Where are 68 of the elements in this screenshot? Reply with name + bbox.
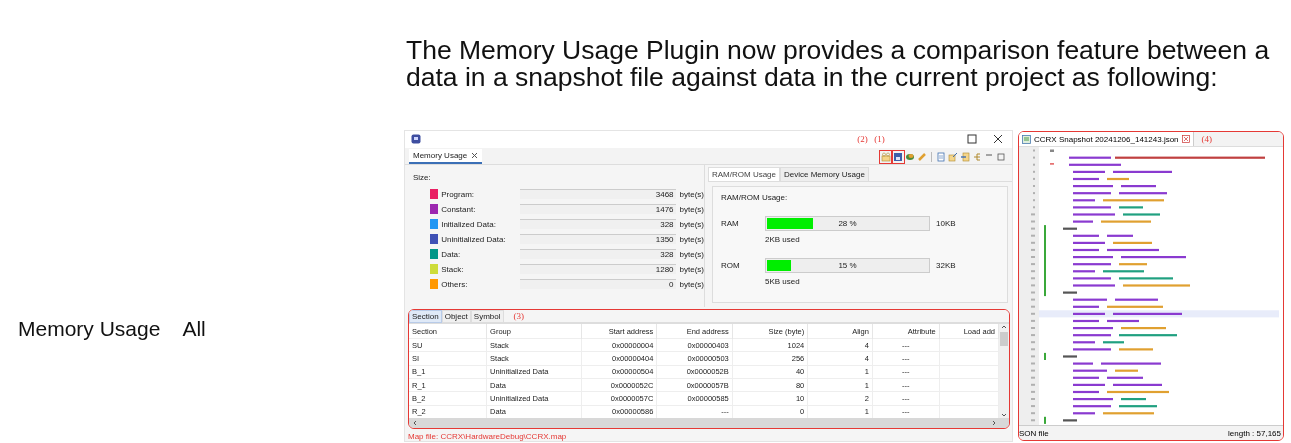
usage-tab[interactable]: RAM/ROM Usage <box>708 167 780 182</box>
capacity-label: 10KB <box>936 219 957 229</box>
file-icon <box>1022 134 1031 144</box>
status-text: length : 57,165 <box>1228 428 1281 438</box>
unit-label: byte(s) <box>679 249 704 259</box>
link-icon[interactable] <box>917 152 927 163</box>
table-tab[interactable]: Object <box>441 310 471 323</box>
unit-label: byte(s) <box>679 279 704 289</box>
unit-label: byte(s) <box>679 219 704 229</box>
table-tab[interactable]: Symbol <box>470 310 504 323</box>
usage-tab[interactable]: Device Memory Usage <box>780 167 869 182</box>
used-label: 2KB used <box>765 235 801 245</box>
tab-label: Memory Usage <box>413 151 468 161</box>
intro-paragraph: The Memory Usage Plugin now provides a comparison feature between a data in a snapshot file against data in the current project as following: <box>406 34 1271 94</box>
size-label: Constant: <box>441 204 477 214</box>
close-icon[interactable] <box>992 133 1004 146</box>
size-label: Initialized Data: <box>441 219 497 229</box>
document-icon[interactable] <box>936 152 946 163</box>
meter-label: RAM <box>721 219 740 229</box>
size-value-field: 328 <box>520 249 676 260</box>
import-icon[interactable] <box>960 152 970 163</box>
size-label: Data: <box>441 249 462 259</box>
unit-label: byte(s) <box>679 264 704 274</box>
size-value-field: 1350 <box>520 234 676 245</box>
tree-icon[interactable] <box>972 152 982 163</box>
used-label: 5KB used <box>765 277 801 287</box>
maximize-icon[interactable] <box>966 133 978 146</box>
callout-label: (2) <box>856 134 869 145</box>
maximize-icon[interactable] <box>996 152 1006 163</box>
size-value-field: 1280 <box>520 264 676 275</box>
unit-label: byte(s) <box>679 204 704 214</box>
tab-label: CCRX Snapshot 20241206_141243.json <box>1034 134 1179 144</box>
size-label: Program: <box>441 189 476 199</box>
snapshot-icon[interactable] <box>893 152 903 163</box>
callout-label: (3) <box>513 311 524 321</box>
size-value-field: 3468 <box>520 189 676 200</box>
size-label: Uninitialized Data: <box>441 234 507 244</box>
scroll-up-icon[interactable] <box>1001 324 1007 330</box>
size-value-field: 1476 <box>520 204 676 215</box>
section-label: Size: <box>413 173 432 183</box>
export-icon[interactable] <box>948 152 958 163</box>
percent-label: 15 % <box>837 261 858 271</box>
meter-label: ROM <box>721 261 741 271</box>
database-icon[interactable] <box>905 152 915 163</box>
capacity-label: 32KB <box>936 261 957 271</box>
scroll-left-icon[interactable] <box>412 420 418 426</box>
heading-label: Memory Usage <box>18 317 161 341</box>
table-tab[interactable]: Section <box>409 310 442 323</box>
size-label: Stack: <box>441 264 465 274</box>
status-text: SON file <box>1019 428 1049 438</box>
unit-label: byte(s) <box>679 234 704 244</box>
scroll-down-icon[interactable] <box>1001 412 1007 418</box>
close-icon[interactable] <box>471 152 479 160</box>
view-tab[interactable]: Memory Usage <box>409 149 483 165</box>
size-label: Others: <box>441 279 469 289</box>
unit-label: byte(s) <box>679 189 704 199</box>
size-value-field: 0 <box>520 279 676 290</box>
editor-tab[interactable]: CCRX Snapshot 20241206_141243.json <box>1019 132 1194 146</box>
percent-label: 28 % <box>837 219 858 229</box>
panel-title: RAM/ROM Usage: <box>721 193 789 203</box>
size-value-field: 328 <box>520 219 676 230</box>
app-icon <box>411 134 421 145</box>
value-label: All <box>182 317 206 341</box>
map-file-label: Map file: CCRX\HardwareDebug\CCRX.map <box>408 432 568 441</box>
callout-label: (1) <box>873 134 886 145</box>
scroll-right-icon[interactable] <box>991 420 997 426</box>
callout-label: (4) <box>1201 134 1213 144</box>
scrollbar-thumb[interactable] <box>1000 332 1008 346</box>
